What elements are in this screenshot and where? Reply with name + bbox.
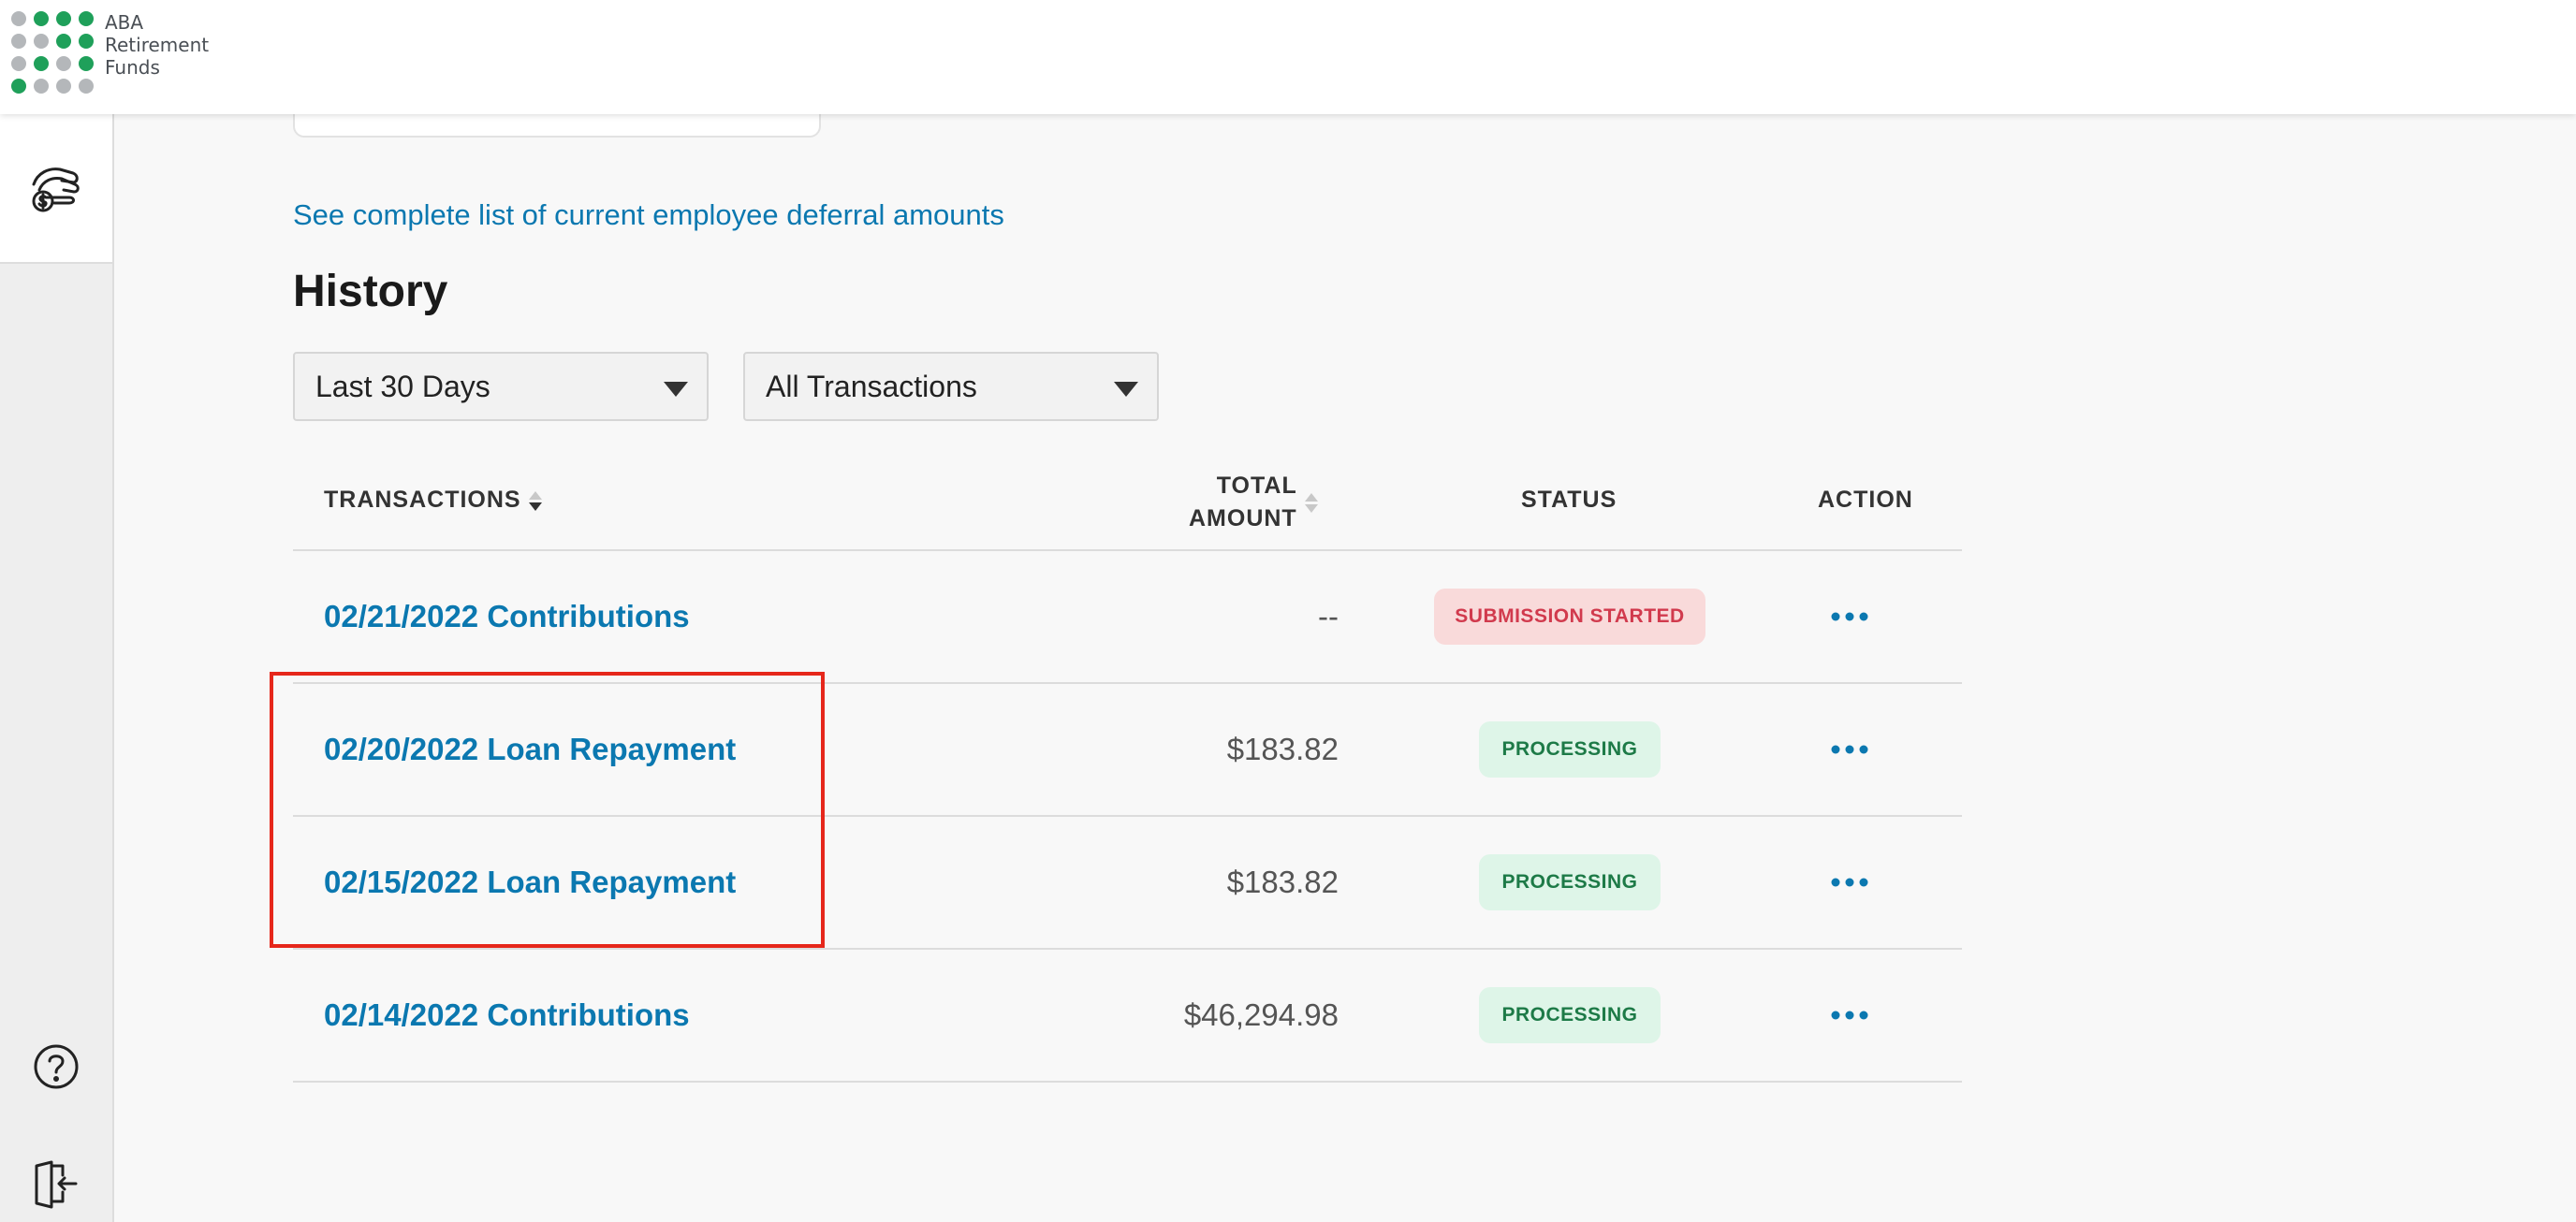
logo-line-2: Retirement bbox=[105, 34, 210, 56]
logo-line-1: ABA bbox=[105, 11, 144, 34]
table-divider bbox=[293, 1081, 1962, 1083]
table-row: 02/21/2022 Contributions -- SUBMISSION S… bbox=[293, 551, 1962, 682]
status-badge: SUBMISSION STARTED bbox=[1434, 589, 1705, 645]
logo-dots-icon bbox=[11, 11, 94, 94]
top-header: ABA Retirement Funds bbox=[0, 0, 2576, 114]
period-filter-select[interactable]: Last 30 Days bbox=[293, 352, 709, 421]
table-row: 02/20/2022 Loan Repayment $183.82 PROCES… bbox=[293, 684, 1962, 815]
transaction-link[interactable]: 02/15/2022 Loan Repayment bbox=[324, 865, 736, 900]
column-header-total-amount[interactable]: TOTAL AMOUNT bbox=[1189, 470, 1318, 535]
transaction-link[interactable]: 02/14/2022 Contributions bbox=[324, 997, 690, 1033]
transaction-type-value: All Transactions bbox=[766, 369, 977, 403]
more-actions-icon[interactable] bbox=[1824, 871, 1876, 895]
transaction-amount: $183.82 bbox=[1226, 732, 1339, 766]
more-actions-icon[interactable] bbox=[1824, 605, 1876, 629]
transaction-link[interactable]: 02/21/2022 Contributions bbox=[324, 599, 690, 634]
column-header-action: ACTION bbox=[1818, 487, 1913, 513]
transaction-amount: $46,294.98 bbox=[1183, 997, 1339, 1032]
hand-dollar-icon bbox=[28, 160, 84, 216]
column-header-total-line2: AMOUNT bbox=[1189, 505, 1297, 531]
status-badge: PROCESSING bbox=[1479, 854, 1661, 910]
table-row: 02/15/2022 Loan Repayment $183.82 PROCES… bbox=[293, 817, 1962, 948]
logo-line-3: Funds bbox=[105, 56, 160, 79]
transaction-amount: -- bbox=[1318, 599, 1339, 633]
logo-text: ABA Retirement Funds bbox=[105, 11, 209, 94]
status-badge: PROCESSING bbox=[1479, 721, 1661, 778]
logout-icon[interactable] bbox=[28, 1156, 84, 1212]
table-row: 02/14/2022 Contributions $46,294.98 PROC… bbox=[293, 950, 1962, 1081]
column-header-transactions[interactable]: TRANSACTIONS bbox=[324, 487, 542, 514]
transaction-type-select[interactable]: All Transactions bbox=[743, 352, 1159, 421]
chevron-down-icon bbox=[1114, 382, 1138, 397]
transaction-link[interactable]: 02/20/2022 Loan Repayment bbox=[324, 732, 736, 767]
period-filter-value: Last 30 Days bbox=[315, 369, 490, 403]
sort-icon bbox=[1304, 490, 1318, 516]
chevron-down-icon bbox=[664, 382, 688, 397]
help-icon[interactable] bbox=[28, 1039, 84, 1095]
sort-icon bbox=[528, 488, 542, 514]
column-header-transactions-label: TRANSACTIONS bbox=[324, 487, 521, 513]
sidebar-item-payroll[interactable] bbox=[0, 114, 112, 264]
column-header-total-line1: TOTAL bbox=[1216, 473, 1297, 499]
more-actions-icon[interactable] bbox=[1824, 738, 1876, 762]
status-badge: PROCESSING bbox=[1479, 987, 1661, 1043]
more-actions-icon[interactable] bbox=[1824, 1004, 1876, 1027]
sidebar bbox=[0, 114, 114, 1222]
column-header-status: STATUS bbox=[1521, 487, 1617, 513]
aba-logo[interactable]: ABA Retirement Funds bbox=[11, 11, 209, 94]
transaction-amount: $183.82 bbox=[1226, 865, 1339, 899]
deferral-amounts-link[interactable]: See complete list of current employee de… bbox=[293, 198, 1004, 232]
history-title: History bbox=[293, 267, 448, 316]
